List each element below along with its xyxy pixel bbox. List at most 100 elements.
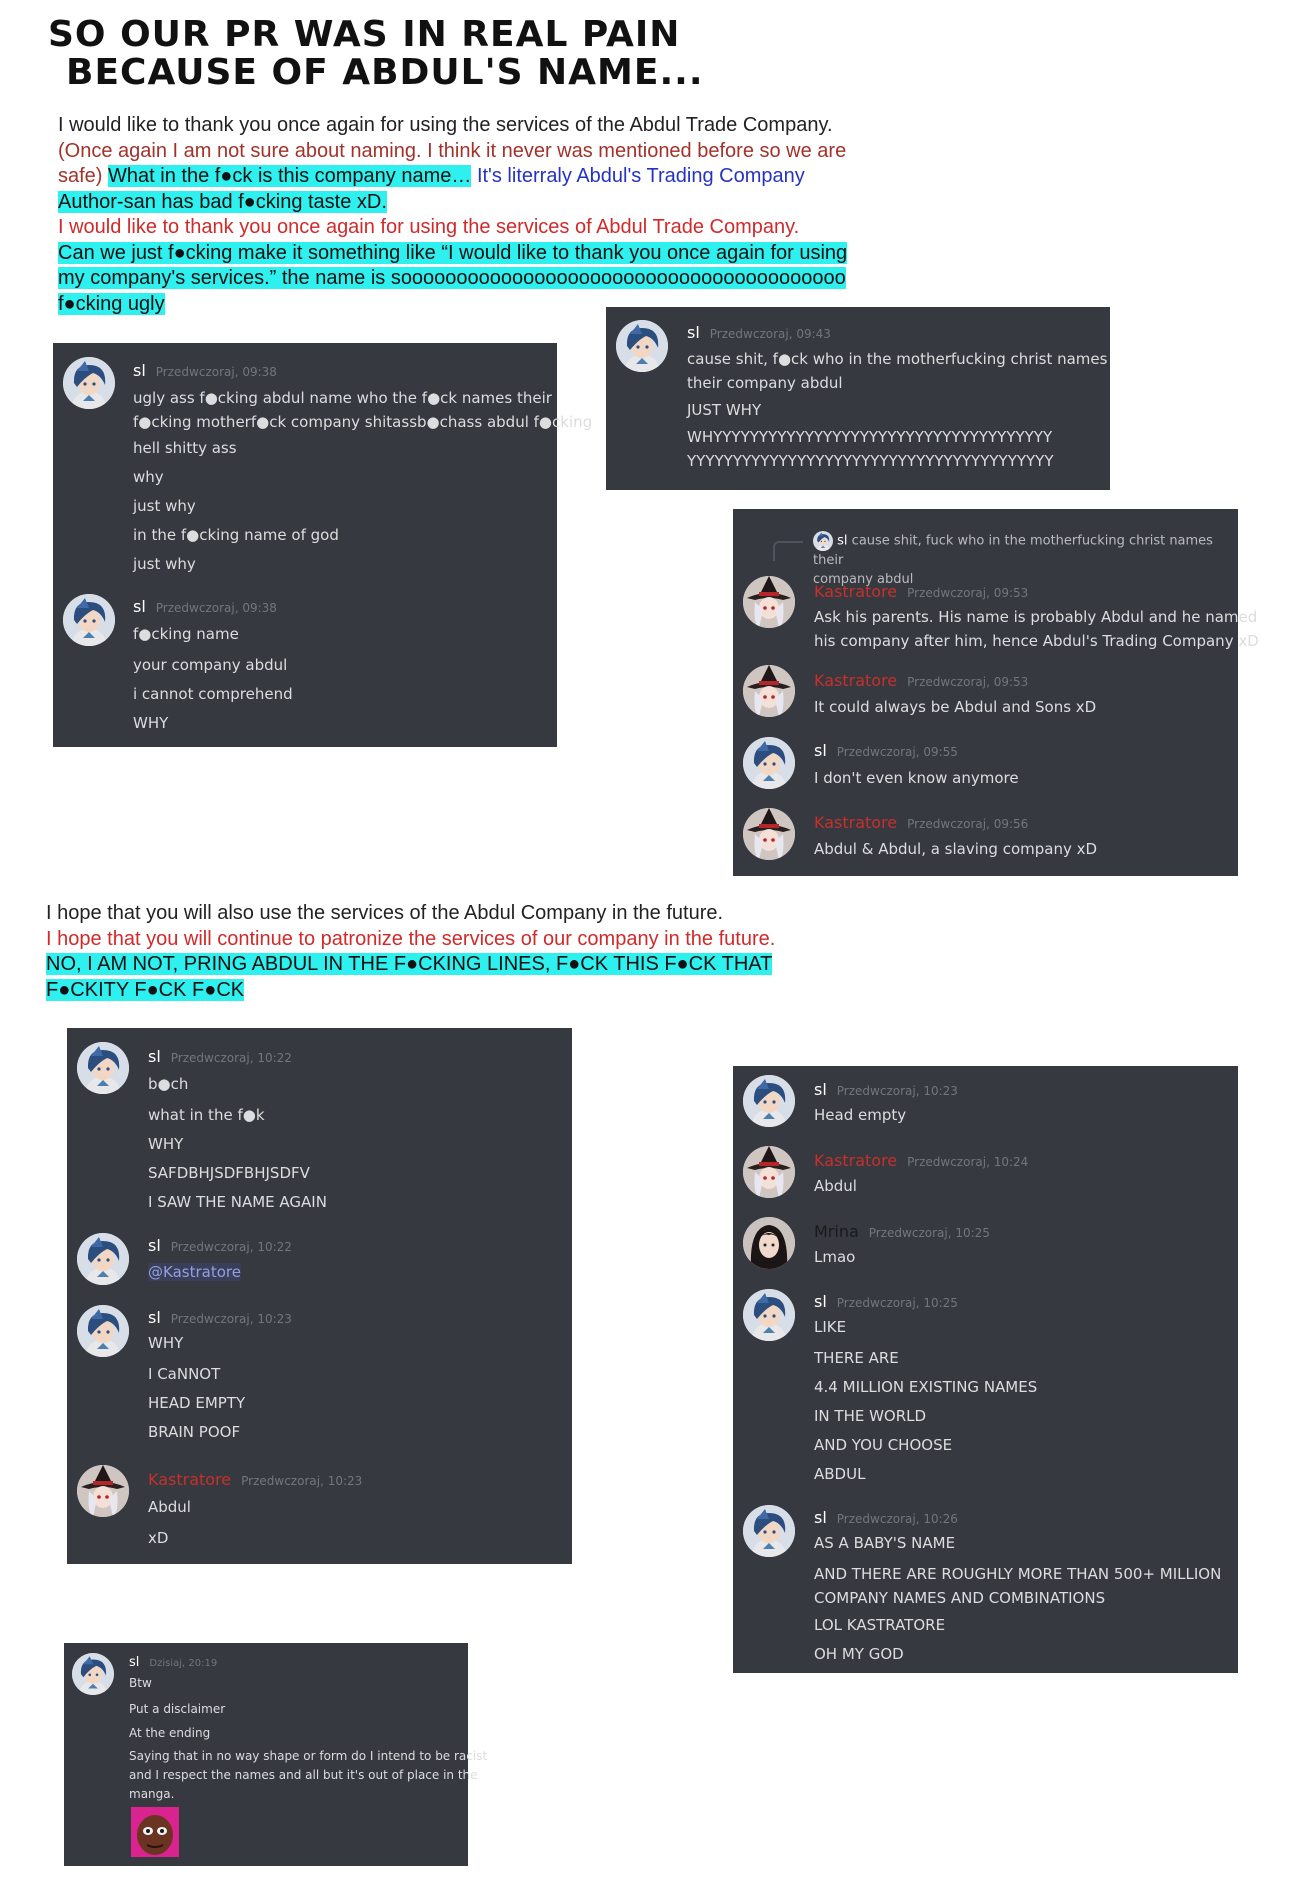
message-line: just why bbox=[133, 555, 196, 573]
message-line: Ask his parents. His name is probably Ab… bbox=[814, 608, 1258, 626]
avatar[interactable] bbox=[743, 1217, 795, 1269]
timestamp: Przedwczoraj, 10:23 bbox=[836, 1084, 958, 1098]
avatar[interactable] bbox=[77, 1042, 129, 1094]
avatar[interactable] bbox=[63, 357, 115, 409]
username[interactable]: Kastratore Przedwczoraj, 09:56 bbox=[814, 813, 1028, 832]
blue-haired-anime-avatar-icon bbox=[743, 737, 795, 789]
avatar[interactable] bbox=[72, 1653, 114, 1695]
message-line: At the ending bbox=[129, 1726, 211, 1740]
username[interactable]: sl Przedwczoraj, 10:26 bbox=[814, 1508, 958, 1527]
message-line: LOL KASTRATORE bbox=[814, 1616, 946, 1634]
avatar[interactable] bbox=[743, 665, 795, 717]
title-line-1: SO OUR PR WAS IN REAL PAIN bbox=[48, 14, 681, 55]
message-line: in the f●cking name of god bbox=[133, 526, 339, 544]
message-line: I SAW THE NAME AGAIN bbox=[148, 1193, 327, 1211]
highlighted-comment: Author-san has bad f●cking taste xD. bbox=[58, 190, 387, 213]
blue-haired-anime-avatar-icon bbox=[63, 357, 115, 409]
message-line: their company abdul bbox=[687, 374, 843, 392]
username[interactable]: Kastratore Przedwczoraj, 10:23 bbox=[148, 1470, 362, 1489]
doc-line: I hope that you will also use the servic… bbox=[46, 902, 724, 924]
message-line: f●cking name bbox=[133, 625, 239, 643]
timestamp: Przedwczoraj, 09:38 bbox=[155, 601, 277, 615]
message-line: what in the f●k bbox=[148, 1106, 265, 1124]
timestamp: Przedwczoraj, 09:38 bbox=[155, 365, 277, 379]
blue-haired-anime-avatar-icon bbox=[63, 594, 115, 646]
avatar[interactable] bbox=[743, 1505, 795, 1557]
username[interactable]: sl Przedwczoraj, 10:23 bbox=[814, 1080, 958, 1099]
username[interactable]: sl Przedwczoraj, 10:25 bbox=[814, 1292, 958, 1311]
highlighted-comment: Can we just f●cking make it something li… bbox=[58, 241, 848, 264]
username[interactable]: sl Przedwczoraj, 09:38 bbox=[133, 361, 277, 380]
timestamp: Przedwczoraj, 10:25 bbox=[868, 1226, 990, 1240]
message-line: YYYYYYYYYYYYYYYYYYYYYYYYYYYYYYYYYYYYYYYY bbox=[687, 452, 1054, 470]
username[interactable]: Mrina Przedwczoraj, 10:25 bbox=[814, 1222, 990, 1241]
username[interactable]: sl Przedwczoraj, 09:38 bbox=[133, 597, 277, 616]
mention-link[interactable]: @Kastratore bbox=[148, 1263, 241, 1281]
avatar[interactable] bbox=[743, 576, 795, 628]
avatar[interactable] bbox=[743, 737, 795, 789]
doc-line: I hope that you will continue to patroni… bbox=[46, 927, 776, 950]
chat-panel-4: sl Przedwczoraj, 10:22 b●ch what in the f… bbox=[67, 1028, 572, 1564]
avatar[interactable] bbox=[63, 594, 115, 646]
avatar[interactable] bbox=[616, 320, 668, 372]
avatar[interactable] bbox=[77, 1305, 129, 1357]
message-line: AS A BABY'S NAME bbox=[814, 1534, 956, 1552]
blue-haired-anime-avatar-icon bbox=[77, 1233, 129, 1285]
chat-panel-5: sl Przedwczoraj, 10:23 Head empty Kastrat… bbox=[733, 1066, 1238, 1673]
timestamp: Przedwczoraj, 09:53 bbox=[907, 675, 1029, 689]
message-line: I don't even know anymore bbox=[814, 769, 1019, 787]
message-line: LIKE bbox=[814, 1318, 847, 1336]
timestamp: Przedwczoraj, 10:24 bbox=[907, 1155, 1029, 1169]
message-line: COMPANY NAMES AND COMBINATIONS bbox=[814, 1589, 1106, 1607]
message-line: Abdul & Abdul, a slaving company xD bbox=[814, 840, 1098, 858]
timestamp: Przedwczoraj, 10:26 bbox=[836, 1512, 958, 1526]
username[interactable]: Kastratore Przedwczoraj, 09:53 bbox=[814, 671, 1028, 690]
avatar[interactable] bbox=[77, 1233, 129, 1285]
highlighted-comment: my company's services.” the name is sooo… bbox=[58, 267, 846, 289]
message-line: and I respect the names and all but it's… bbox=[129, 1768, 478, 1782]
doc-line: I would like to thank you once again for… bbox=[58, 216, 800, 238]
message-line: his company after him, hence Abdul's Tra… bbox=[814, 632, 1259, 650]
username[interactable]: Kastratore Przedwczoraj, 09:53 bbox=[814, 582, 1028, 601]
message-line: Abdul bbox=[814, 1177, 857, 1195]
reply-connector bbox=[773, 541, 803, 561]
reply-preview[interactable]: sl cause shit, fuck who in the motherfuc… bbox=[813, 531, 1228, 589]
timestamp: Przedwczoraj, 10:23 bbox=[170, 1312, 292, 1326]
username[interactable]: sl Dzisiaj, 20:19 bbox=[129, 1655, 217, 1670]
username[interactable]: sl Przedwczoraj, 10:22 bbox=[148, 1047, 292, 1066]
timestamp: Przedwczoraj, 10:22 bbox=[170, 1240, 292, 1254]
avatar[interactable] bbox=[743, 1289, 795, 1341]
message-line: BRAIN POOF bbox=[148, 1423, 241, 1441]
highlighted-comment: NO, I AM NOT, PRING ABDUL IN THE F●CKING… bbox=[46, 953, 773, 975]
username[interactable]: sl Przedwczoraj, 09:43 bbox=[687, 323, 831, 342]
message-line: b●ch bbox=[148, 1075, 189, 1093]
username[interactable]: sl Przedwczoraj, 10:23 bbox=[148, 1308, 292, 1327]
username[interactable]: sl Przedwczoraj, 10:22 bbox=[148, 1236, 292, 1255]
message-line: Abdul bbox=[148, 1498, 191, 1516]
witch-hat-anime-avatar-icon bbox=[77, 1465, 129, 1517]
translation-notes-2: I hope that you will also use the servic… bbox=[46, 901, 926, 1003]
blue-haired-anime-avatar-icon bbox=[743, 1075, 795, 1127]
message-line: Saying that in no way shape or form do I… bbox=[129, 1749, 488, 1763]
timestamp: Przedwczoraj, 09:56 bbox=[907, 817, 1029, 831]
message-line: WHY bbox=[148, 1135, 184, 1153]
message-line: AND YOU CHOOSE bbox=[814, 1436, 953, 1454]
username[interactable]: Kastratore Przedwczoraj, 10:24 bbox=[814, 1151, 1028, 1170]
blue-haired-anime-avatar-icon bbox=[743, 1289, 795, 1341]
timestamp: Przedwczoraj, 10:22 bbox=[170, 1051, 292, 1065]
message-line: I CaNNOT bbox=[148, 1365, 221, 1383]
avatar[interactable] bbox=[743, 1146, 795, 1198]
avatar[interactable] bbox=[743, 808, 795, 860]
highlighted-comment: What in the f●ck is this company name… bbox=[108, 165, 472, 187]
message-line: JUST WHY bbox=[687, 401, 762, 419]
witch-hat-anime-avatar-icon bbox=[743, 576, 795, 628]
avatar[interactable] bbox=[743, 1075, 795, 1127]
avatar[interactable] bbox=[77, 1465, 129, 1517]
message-line: manga. bbox=[129, 1787, 175, 1801]
witch-hat-anime-avatar-icon bbox=[743, 1146, 795, 1198]
timestamp: Przedwczoraj, 10:23 bbox=[241, 1474, 363, 1488]
timestamp: Przedwczoraj, 09:43 bbox=[709, 327, 831, 341]
username[interactable]: sl Przedwczoraj, 09:55 bbox=[814, 741, 958, 760]
message-line: Btw bbox=[129, 1676, 152, 1690]
title-line-2: BECAUSE OF ABDUL'S NAME... bbox=[66, 52, 704, 93]
